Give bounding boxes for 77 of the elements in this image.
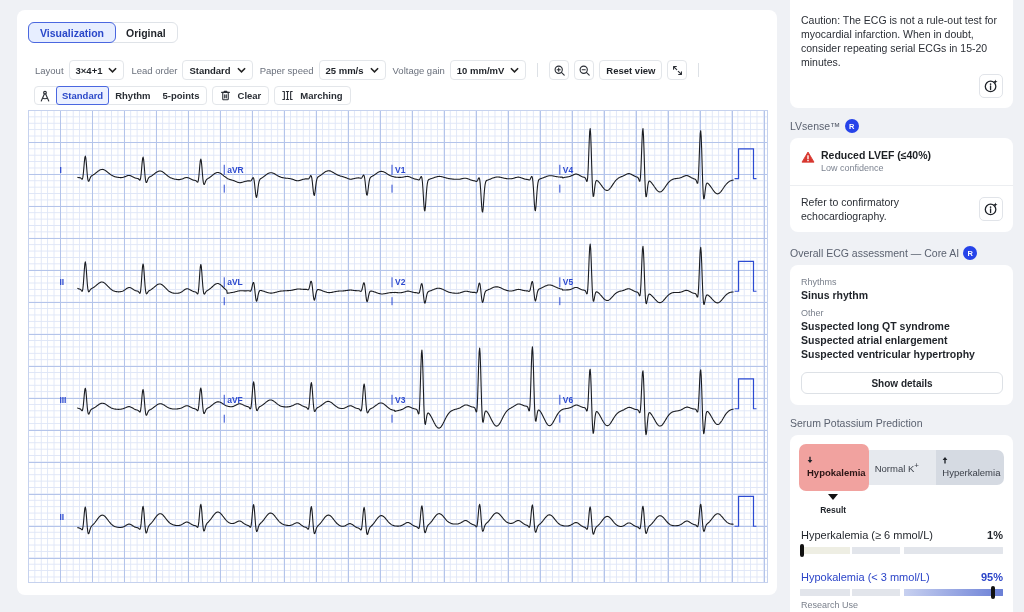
lead-label: V1 [395,164,406,175]
expand-icon [672,64,683,76]
section-title: LVsense™ [790,120,841,132]
compass-icon [40,89,50,102]
finding-item: Suspected long QT syndrome [801,319,950,333]
lead-label: V4 [562,164,574,175]
lead-label: V6 [562,394,574,405]
dropdown[interactable]: Standard [182,60,253,80]
lead-label: V3 [395,394,406,405]
lead-label: aVF [227,394,243,405]
dropdown[interactable]: 3×4+1 [68,60,125,80]
lead-label: V5 [562,277,574,288]
section-title: Serum Potassium Prediction [790,417,923,429]
calibration-pulse [733,495,758,527]
category-label: Normal K$^{+}$ [874,459,919,476]
group-heading: Other [801,307,824,319]
control-label: Layout [35,64,64,76]
result-label: Result [820,505,847,516]
dropdown[interactable]: 25 mm/s [318,60,386,80]
action-button[interactable]: Marching [274,86,351,105]
finding-item: Suspected atrial enlargement [801,333,948,347]
advice-text: Refer to confirmatory echocardiography. [801,195,901,223]
info-button[interactable] [979,74,1003,98]
lead-label: V2 [395,277,406,288]
chevron-down-icon [510,67,520,73]
arrow-down-icon [807,456,813,464]
zoom-out-button[interactable] [574,60,595,80]
warning-icon [801,151,815,163]
zoom-in-button[interactable] [549,60,570,80]
dropdown[interactable]: 10 mm/mV [449,60,527,80]
zoom-out-icon [578,64,590,76]
group-heading: Rhythms [801,276,837,288]
lead-label: II [59,512,65,523]
chevron-down-icon [108,67,118,73]
lead-label: I [59,164,62,175]
calibration-pulse [733,260,758,292]
finding-item: Sinus rhythm [801,288,869,302]
action-button[interactable]: Clear [211,86,270,105]
control-label: Lead order [131,64,178,76]
trash-icon [219,90,231,101]
arrow-up-icon [942,456,949,464]
lead-label: aVR [227,164,244,175]
info-sparkle-icon [984,202,998,216]
fullscreen-button[interactable] [667,60,688,80]
view-tab[interactable]: Visualization [28,22,116,43]
chevron-down-icon [369,67,379,73]
category-label: Hypokalemia [807,467,866,479]
info-sparkle-icon [984,79,998,93]
caution-text: Caution: The ECG is not a rule-out test for myocardial infarction. When in doubt, consider repeating serial ECGs in 15-20 minutes. [801,13,998,69]
category-label: Hyperkalemia [942,467,1001,479]
info-button[interactable] [979,197,1003,221]
control-label: Voltage gain [392,64,445,76]
risk-label: Hyperkalemia (≥ 6 mmol/L) [801,529,933,541]
measure-mode-tab[interactable]: Rhythm [109,86,157,105]
view-tab[interactable]: Original [114,22,178,43]
risk-value: 95% [980,571,1003,583]
pointer-triangle-icon [828,494,839,500]
lead-label: aVL [227,277,243,288]
footer-label: Research Use [800,600,860,610]
lead-label: II [59,277,65,288]
reset-view-button[interactable]: Reset view [599,60,663,80]
finding-item: Suspected ventricular hypertrophy [801,347,975,361]
show-details-button[interactable]: Show details [801,372,1003,394]
confidence-text: Low confidence [821,162,884,174]
measure-mode-tab[interactable]: 5-points [156,86,206,105]
risk-value: 1% [987,529,1003,541]
lead-label: III [59,394,67,405]
chevron-down-icon [236,67,246,73]
measure-mode-tab[interactable]: Standard [56,86,110,105]
section-title: Overall ECG assessment — Core AI [790,247,960,259]
bracket-bars-icon [282,90,294,101]
zoom-in-icon [553,64,565,76]
risk-label: Hypokalemia (< 3 mmol/L) [801,571,930,583]
calibration-pulse [733,378,758,410]
finding-title: Reduced LVEF (≤40%) [821,149,931,162]
control-label: Paper speed [259,64,314,76]
calibration-pulse [733,148,758,180]
